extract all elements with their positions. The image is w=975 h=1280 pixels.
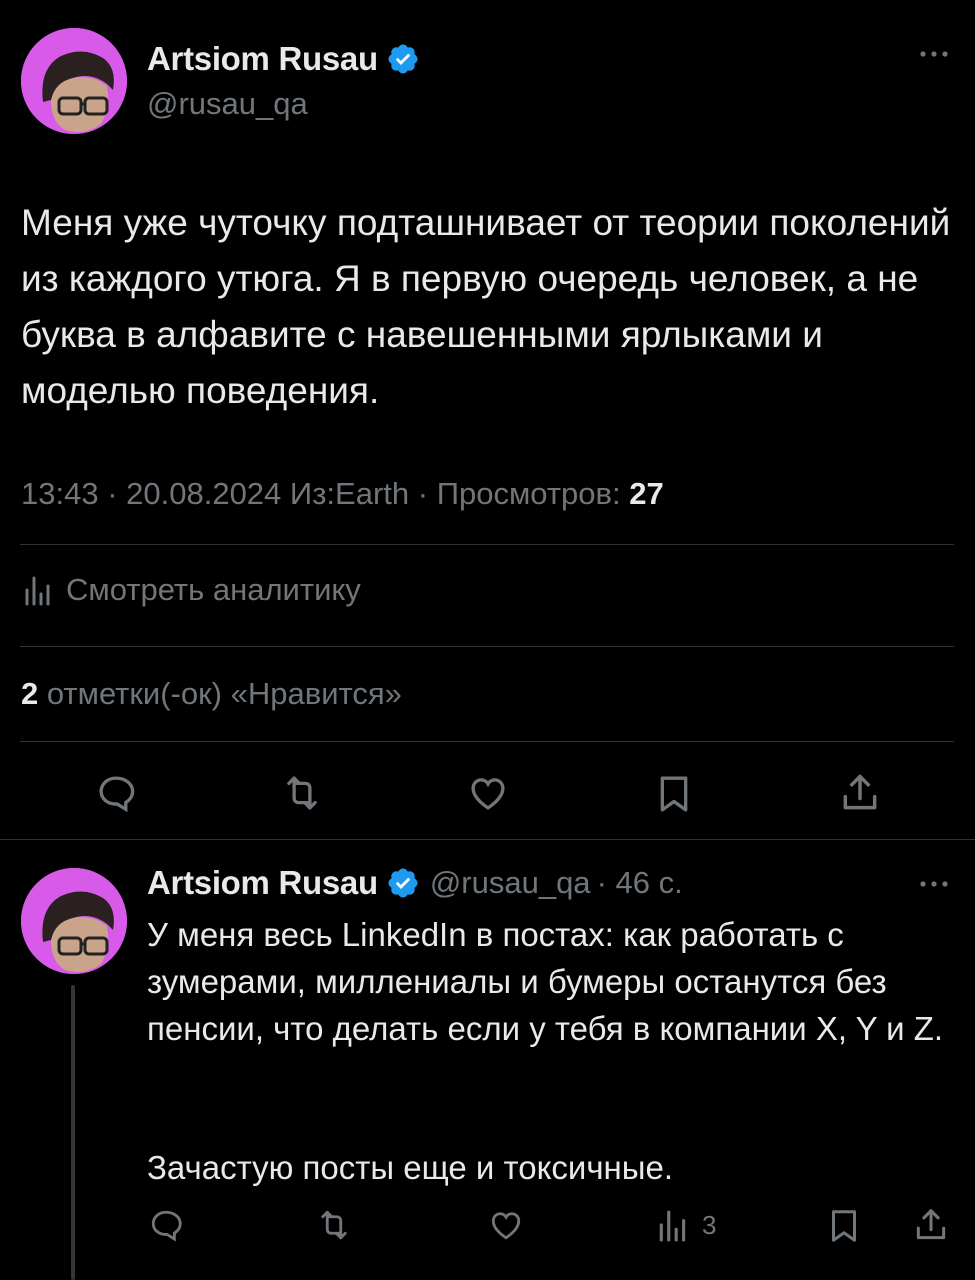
meta-separator: ·: [417, 476, 437, 511]
views-count: 27: [629, 476, 664, 511]
avatar-image: [21, 28, 127, 134]
tweet-text: Меня уже чуточку подташнивает от теории …: [21, 202, 951, 411]
reply-avatar[interactable]: [21, 868, 127, 974]
reply-text-paragraph-2: Зачастую посты еще и токсичные.: [147, 1149, 673, 1186]
meta-separator: ·: [107, 476, 127, 511]
divider: [0, 839, 975, 840]
analytics-label: Смотреть аналитику: [66, 572, 361, 607]
reply-icon[interactable]: [147, 1207, 185, 1243]
views-count: 3: [702, 1209, 717, 1240]
tweet-date[interactable]: 20.08.2024: [126, 476, 281, 511]
more-dots-icon[interactable]: [918, 44, 950, 64]
reply-icon[interactable]: [94, 772, 138, 814]
divider: [20, 544, 954, 545]
author-handle[interactable]: @rusau_qa: [147, 86, 308, 122]
tweet-time[interactable]: 13:43: [21, 476, 99, 511]
retweet-icon[interactable]: [314, 1207, 354, 1243]
share-icon[interactable]: [912, 1205, 950, 1245]
views-button[interactable]: 3: [658, 1208, 716, 1242]
verified-badge-icon: [386, 42, 420, 76]
verified-badge-icon: [386, 866, 420, 900]
author-name[interactable]: Artsiom Rusau: [147, 40, 378, 78]
views-label: Просмотров:: [436, 476, 621, 511]
analytics-link[interactable]: Смотреть аналитику: [24, 572, 361, 608]
reply-author-handle[interactable]: @rusau_qa: [430, 865, 591, 901]
divider: [20, 741, 954, 742]
divider: [20, 646, 954, 647]
reply-author-name[interactable]: Artsiom Rusau: [147, 864, 378, 902]
likes-count: 2: [21, 676, 39, 711]
tweet-meta: 13:43 · 20.08.2024 Из:Earth · Просмотров…: [21, 476, 664, 512]
reply-time[interactable]: · 46 с.: [597, 865, 683, 901]
views-icon: [658, 1208, 688, 1242]
analytics-icon: [24, 574, 52, 606]
retweet-icon[interactable]: [279, 772, 325, 814]
avatar-image: [21, 868, 127, 974]
like-icon[interactable]: [465, 772, 511, 814]
avatar[interactable]: [21, 28, 127, 134]
likes-summary[interactable]: 2 отметки(-ок) «Нравится»: [21, 676, 402, 712]
bookmark-icon[interactable]: [654, 772, 694, 816]
more-dots-icon[interactable]: [918, 874, 950, 894]
bookmark-icon[interactable]: [826, 1206, 862, 1246]
likes-label: отметки(-ок) «Нравится»: [46, 676, 402, 711]
tweet-source: Из:Earth: [289, 476, 410, 511]
share-icon[interactable]: [838, 770, 882, 816]
thread-line: [71, 985, 75, 1280]
reply-text: У меня весь LinkedIn в постах: как работ…: [147, 916, 944, 1047]
like-icon[interactable]: [486, 1207, 526, 1243]
